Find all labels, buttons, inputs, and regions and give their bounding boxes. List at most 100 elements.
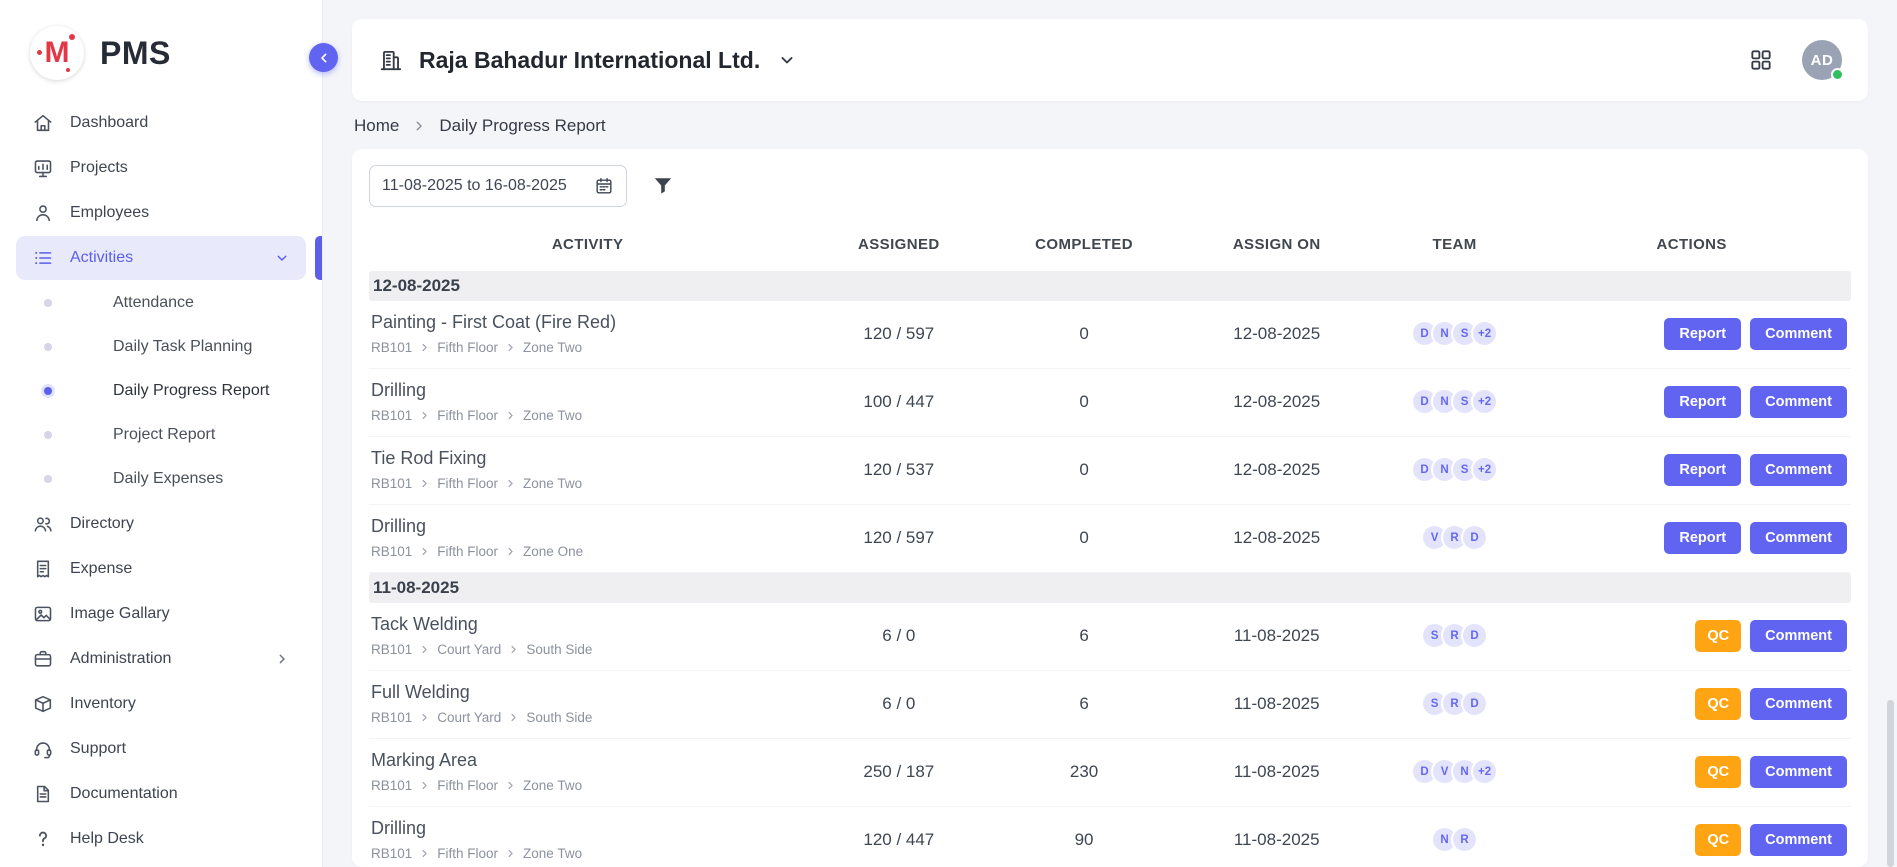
comment-button[interactable]: Comment xyxy=(1750,318,1847,350)
team-extra-count: +2 xyxy=(1471,320,1498,347)
chevron-right-icon xyxy=(505,410,516,421)
sidebar-collapse-button[interactable] xyxy=(309,43,338,72)
sidebar-item-inventory[interactable]: Inventory xyxy=(16,682,306,726)
path-segment: Fifth Floor xyxy=(437,778,498,793)
assigned-value: 6 / 0 xyxy=(806,671,991,739)
sidebar-subitem-daily-task-planning[interactable]: Daily Task Planning xyxy=(0,325,322,369)
app-name: PMS xyxy=(100,35,171,72)
path-segment: RB101 xyxy=(371,846,412,861)
activity-row: Tie Rod FixingRB101Fifth FloorZone Two12… xyxy=(369,437,1851,505)
completed-value: 0 xyxy=(991,505,1176,573)
activity-row: Tack WeldingRB101Court YardSouth Side6 /… xyxy=(369,603,1851,671)
sidebar-item-directory[interactable]: Directory xyxy=(16,502,306,546)
sidebar-subitem-label: Attendance xyxy=(113,294,194,312)
chevron-right-icon xyxy=(505,848,516,859)
activity-title: Drilling xyxy=(371,516,806,537)
column-header-assign-on: ASSIGN ON xyxy=(1177,221,1377,271)
support-icon xyxy=(32,738,54,760)
date-range-input[interactable]: 11-08-2025 to 16-08-2025 xyxy=(369,165,627,207)
sidebar-subitem-daily-progress-report[interactable]: Daily Progress Report xyxy=(0,369,322,413)
filter-icon[interactable] xyxy=(651,174,675,198)
completed-value: 90 xyxy=(991,807,1176,867)
sidebar-item-help-desk[interactable]: Help Desk xyxy=(16,817,306,861)
report-button[interactable]: Report xyxy=(1664,318,1741,350)
sidebar-item-activities[interactable]: Activities xyxy=(16,236,306,280)
path-segment: RB101 xyxy=(371,710,412,725)
sidebar-subitem-project-report[interactable]: Project Report xyxy=(0,413,322,457)
qc-button[interactable]: QC xyxy=(1695,756,1741,788)
team-member-avatar: D xyxy=(1461,622,1488,649)
company-selector[interactable]: Raja Bahadur International Ltd. xyxy=(378,47,797,74)
report-button[interactable]: Report xyxy=(1664,454,1741,486)
assign-on-value: 12-08-2025 xyxy=(1177,301,1377,369)
sidebar-subitem-attendance[interactable]: Attendance xyxy=(0,281,322,325)
qc-button[interactable]: QC xyxy=(1695,688,1741,720)
chevron-right-icon xyxy=(419,410,430,421)
comment-button[interactable]: Comment xyxy=(1750,688,1847,720)
sidebar-item-support[interactable]: Support xyxy=(16,727,306,771)
comment-button[interactable]: Comment xyxy=(1750,824,1847,856)
sidebar-subitem-label: Daily Expenses xyxy=(113,470,223,488)
sidebar-item-label: Inventory xyxy=(70,695,136,713)
sidebar-item-dashboard[interactable]: Dashboard xyxy=(16,101,306,145)
date-group-row: 11-08-2025 xyxy=(369,573,1851,604)
table-header-row: ACTIVITYASSIGNEDCOMPLETEDASSIGN ONTEAMAC… xyxy=(369,221,1851,271)
qc-button[interactable]: QC xyxy=(1695,620,1741,652)
path-segment: Zone Two xyxy=(523,340,582,355)
qc-button[interactable]: QC xyxy=(1695,824,1741,856)
activity-title: Marking Area xyxy=(371,750,806,771)
administration-icon xyxy=(32,648,54,670)
sidebar-item-projects[interactable]: Projects xyxy=(16,146,306,190)
activity-row: DrillingRB101Fifth FloorZone Two120 / 44… xyxy=(369,807,1851,867)
sidebar-item-label: Help Desk xyxy=(70,830,144,848)
sidebar-subitem-daily-expenses[interactable]: Daily Expenses xyxy=(0,457,322,501)
team-extra-count: +2 xyxy=(1471,388,1498,415)
activity-title: Drilling xyxy=(371,818,806,839)
report-button[interactable]: Report xyxy=(1664,386,1741,418)
report-button[interactable]: Report xyxy=(1664,522,1741,554)
inventory-icon xyxy=(32,693,54,715)
user-avatar[interactable]: AD xyxy=(1802,40,1842,80)
chevron-right-icon xyxy=(508,644,519,655)
path-segment: Zone One xyxy=(523,544,583,559)
comment-button[interactable]: Comment xyxy=(1750,756,1847,788)
activity-location-path: RB101Fifth FloorZone Two xyxy=(371,340,806,355)
breadcrumb-home[interactable]: Home xyxy=(354,116,399,136)
sidebar-item-label: Employees xyxy=(70,204,149,222)
sidebar-subitem-label: Project Report xyxy=(113,426,215,444)
sidebar-item-label: Support xyxy=(70,740,126,758)
date-group-row: 12-08-2025 xyxy=(369,271,1851,301)
completed-value: 0 xyxy=(991,369,1176,437)
vertical-scrollbar[interactable] xyxy=(1887,700,1894,867)
team-avatars: DNS+2 xyxy=(1377,320,1533,347)
team-avatars: VRD xyxy=(1377,524,1533,551)
column-header-activity: ACTIVITY xyxy=(369,221,806,271)
activity-location-path: RB101Fifth FloorZone Two xyxy=(371,408,806,423)
sidebar-item-employees[interactable]: Employees xyxy=(16,191,306,235)
sidebar-item-administration[interactable]: Administration xyxy=(16,637,306,681)
chevron-right-icon xyxy=(412,119,426,133)
sidebar-item-expense[interactable]: Expense xyxy=(16,547,306,591)
comment-button[interactable]: Comment xyxy=(1750,522,1847,554)
team-extra-count: +2 xyxy=(1471,456,1498,483)
filters-row: 11-08-2025 to 16-08-2025 xyxy=(369,165,1851,207)
expense-icon xyxy=(32,558,54,580)
sidebar-item-label: Projects xyxy=(70,159,128,177)
assign-on-value: 11-08-2025 xyxy=(1177,739,1377,807)
sidebar-item-label: Activities xyxy=(70,249,133,267)
comment-button[interactable]: Comment xyxy=(1750,620,1847,652)
activity-title: Drilling xyxy=(371,380,806,401)
assigned-value: 120 / 537 xyxy=(806,437,991,505)
activity-title: Tie Rod Fixing xyxy=(371,448,806,469)
assign-on-value: 12-08-2025 xyxy=(1177,369,1377,437)
apps-grid-icon[interactable] xyxy=(1748,47,1774,73)
sidebar-item-label: Image Gallary xyxy=(70,605,170,623)
chevron-down-icon xyxy=(777,50,797,70)
activity-location-path: RB101Fifth FloorZone Two xyxy=(371,846,806,861)
sidebar-item-image-gallary[interactable]: Image Gallary xyxy=(16,592,306,636)
assign-on-value: 11-08-2025 xyxy=(1177,603,1377,671)
comment-button[interactable]: Comment xyxy=(1750,386,1847,418)
team-member-avatar: D xyxy=(1461,524,1488,551)
comment-button[interactable]: Comment xyxy=(1750,454,1847,486)
sidebar-item-documentation[interactable]: Documentation xyxy=(16,772,306,816)
